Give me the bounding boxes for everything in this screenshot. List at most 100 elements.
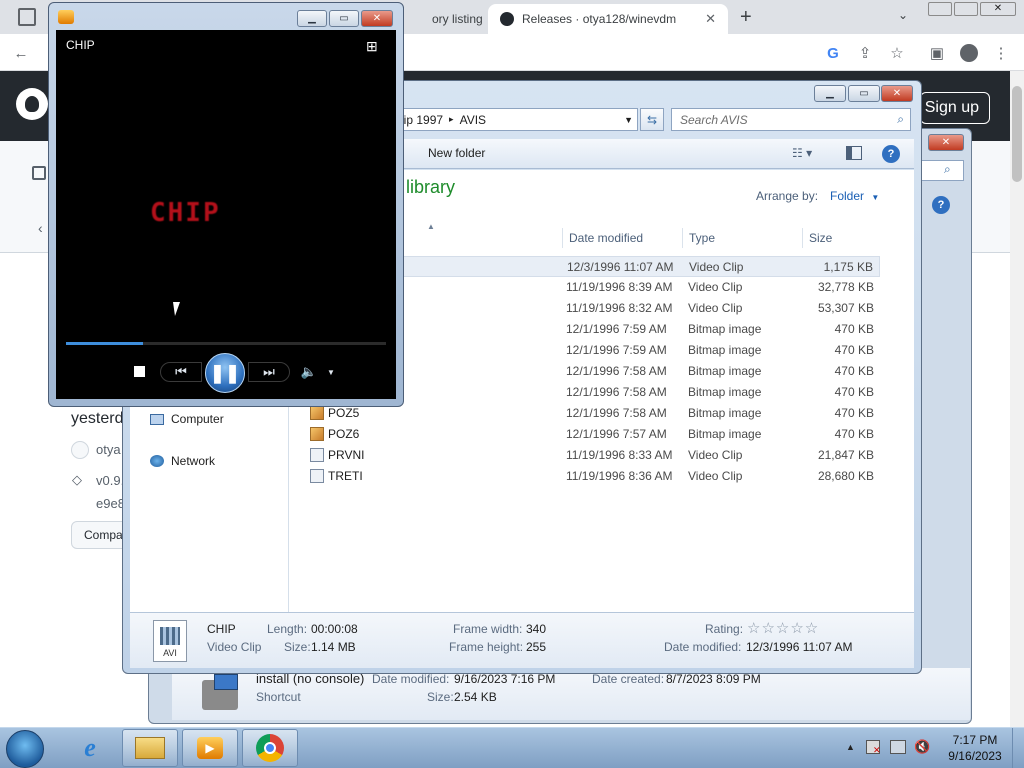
file-name: POZ6 xyxy=(328,427,360,441)
google-lens-icon[interactable]: G xyxy=(822,42,844,64)
network-tray-icon[interactable] xyxy=(890,740,906,754)
start-button[interactable] xyxy=(6,730,44,768)
next-icon[interactable]: ⏭ xyxy=(248,362,290,382)
window-close-button[interactable]: ✕ xyxy=(980,2,1016,16)
column-header-type[interactable]: Type xyxy=(682,228,800,248)
view-options-icon[interactable]: ☷ ▾ xyxy=(792,146,812,160)
show-hidden-icons-icon[interactable]: ▲ xyxy=(846,742,855,752)
clock-time: 7:17 PM xyxy=(952,733,998,747)
column-header-size[interactable]: Size xyxy=(802,228,882,248)
file-row[interactable]: PRVNI 11/19/1996 8:33 AM Video Clip 21,847 … xyxy=(304,445,880,466)
volume-muted-icon[interactable]: 🔇 xyxy=(914,739,930,755)
taskbar-chrome[interactable] xyxy=(242,729,298,767)
file-size: 470 KB xyxy=(834,322,874,336)
new-folder-button[interactable]: New folder xyxy=(428,146,485,160)
file-name: TRETI xyxy=(328,469,363,483)
minimize-button[interactable]: ▁ xyxy=(297,10,327,27)
address-dropdown-icon[interactable]: ▼ xyxy=(624,115,633,125)
search-icon[interactable]: ⌕ xyxy=(944,162,951,177)
close-button[interactable]: ✕ xyxy=(361,10,393,27)
date-created-value: 8/7/2023 8:09 PM xyxy=(666,672,761,686)
menu-dots-icon[interactable]: ⋮ xyxy=(990,42,1012,64)
arrange-by-dropdown[interactable]: Folder ▼ xyxy=(830,189,879,203)
profile-avatar-icon[interactable] xyxy=(958,42,980,64)
preview-pane-icon[interactable] xyxy=(846,146,862,160)
author-name[interactable]: otya xyxy=(96,442,121,457)
nav-item-label: Network xyxy=(171,454,216,468)
release-time: yesterd xyxy=(71,410,124,427)
close-button[interactable]: ✕ xyxy=(881,85,913,102)
volume-dropdown-icon[interactable]: ▼ xyxy=(325,365,337,379)
search-input[interactable]: Search AVIS ⌕ xyxy=(671,108,911,131)
chevron-left-icon[interactable]: ‹ xyxy=(38,220,43,236)
folder-icon xyxy=(135,737,165,759)
commit-hash[interactable]: e9e8 xyxy=(96,496,125,511)
side-panel-icon[interactable]: ▣ xyxy=(926,42,948,64)
window-restore-button[interactable] xyxy=(954,2,978,16)
bitmap-file-icon xyxy=(310,427,324,441)
maximize-button[interactable]: ▭ xyxy=(329,10,359,27)
volume-icon[interactable]: 🔈 xyxy=(300,363,318,381)
compare-label: Compa xyxy=(84,528,123,542)
taskbar-media-player[interactable]: ▶ xyxy=(182,729,238,767)
github-logo-icon[interactable] xyxy=(16,88,48,120)
previous-icon[interactable]: ⏮ xyxy=(160,362,202,382)
tag-name[interactable]: v0.9. xyxy=(96,473,124,488)
file-type: Video Clip xyxy=(688,280,743,294)
address-bar[interactable]: hip 1997 ▸ AVIS ▼ xyxy=(390,108,638,131)
close-button[interactable]: ✕ xyxy=(928,134,964,151)
nav-item-network[interactable]: Network xyxy=(150,454,215,468)
column-header-date[interactable]: Date modified xyxy=(562,228,682,248)
tab-releases[interactable]: Releases · otya128/winevdm ✕ xyxy=(488,4,728,34)
back-arrow-icon[interactable]: ← xyxy=(10,42,32,64)
date-modified-label: Date modified: xyxy=(664,640,742,654)
frame-height-label: Frame height: xyxy=(449,640,524,654)
file-size: 1,175 KB xyxy=(823,260,873,274)
taskbar-explorer[interactable] xyxy=(122,729,178,767)
signup-button[interactable]: Sign up xyxy=(920,92,990,124)
file-date: 12/1/1996 7:58 AM xyxy=(566,364,667,378)
stop-icon[interactable] xyxy=(132,364,146,378)
new-tab-button[interactable]: + xyxy=(740,6,752,29)
switch-to-library-icon[interactable]: ⊞ xyxy=(366,38,378,55)
taskbar-internet-explorer[interactable]: e xyxy=(62,729,118,767)
nav-item-computer[interactable]: Computer xyxy=(150,412,224,426)
file-name: POZ5 xyxy=(328,406,360,420)
tab-list-icon[interactable]: ⌄ xyxy=(898,8,908,22)
tab-search-icon[interactable] xyxy=(18,8,36,26)
maximize-button[interactable]: ▭ xyxy=(848,85,880,102)
tag-icon: ◇ xyxy=(72,472,82,487)
show-desktop-button[interactable] xyxy=(1012,728,1024,768)
bookmark-star-icon[interactable]: ☆ xyxy=(886,42,908,64)
breadcrumb-current[interactable]: AVIS xyxy=(460,113,486,127)
help-icon[interactable]: ? xyxy=(932,196,950,214)
file-row[interactable]: TRETI 11/19/1996 8:36 AM Video Clip 28,680 … xyxy=(304,466,880,487)
video-area[interactable] xyxy=(56,30,396,335)
clock[interactable]: 7:17 PM 9/16/2023 xyxy=(940,732,1010,764)
date-modified-label: Date modified: xyxy=(372,672,450,686)
minimize-button[interactable]: ▁ xyxy=(814,85,846,102)
help-icon[interactable]: ? xyxy=(882,145,900,163)
window-minimize-button[interactable] xyxy=(928,2,952,16)
internet-explorer-icon: e xyxy=(84,733,96,762)
search-icon[interactable]: ⌕ xyxy=(897,112,904,127)
pause-button[interactable]: ❚❚ xyxy=(205,353,245,393)
close-icon[interactable]: ✕ xyxy=(705,11,716,27)
computer-icon xyxy=(150,413,164,425)
chrome-icon xyxy=(256,734,284,762)
file-date: 12/1/1996 7:59 AM xyxy=(566,343,667,357)
code-icon[interactable] xyxy=(32,166,46,180)
author-avatar[interactable] xyxy=(71,441,89,459)
file-type: Video Clip xyxy=(688,448,743,462)
details-file-name: CHIP xyxy=(207,622,236,636)
refresh-icon[interactable]: ⇆ xyxy=(640,108,664,131)
media-player-icon xyxy=(58,10,74,24)
share-icon[interactable]: ⇪ xyxy=(854,42,876,64)
action-center-icon[interactable]: ✕ xyxy=(866,740,881,755)
rating-stars[interactable]: ☆☆☆☆☆ xyxy=(747,619,819,637)
browser-scrollbar-thumb[interactable] xyxy=(1012,86,1022,182)
length-value: 00:00:08 xyxy=(311,622,358,636)
frame-height-value: 255 xyxy=(526,640,547,654)
sort-arrow-icon: ▲ xyxy=(427,222,435,231)
file-row[interactable]: POZ6 12/1/1996 7:57 AM Bitmap image 470 KB xyxy=(304,424,880,445)
